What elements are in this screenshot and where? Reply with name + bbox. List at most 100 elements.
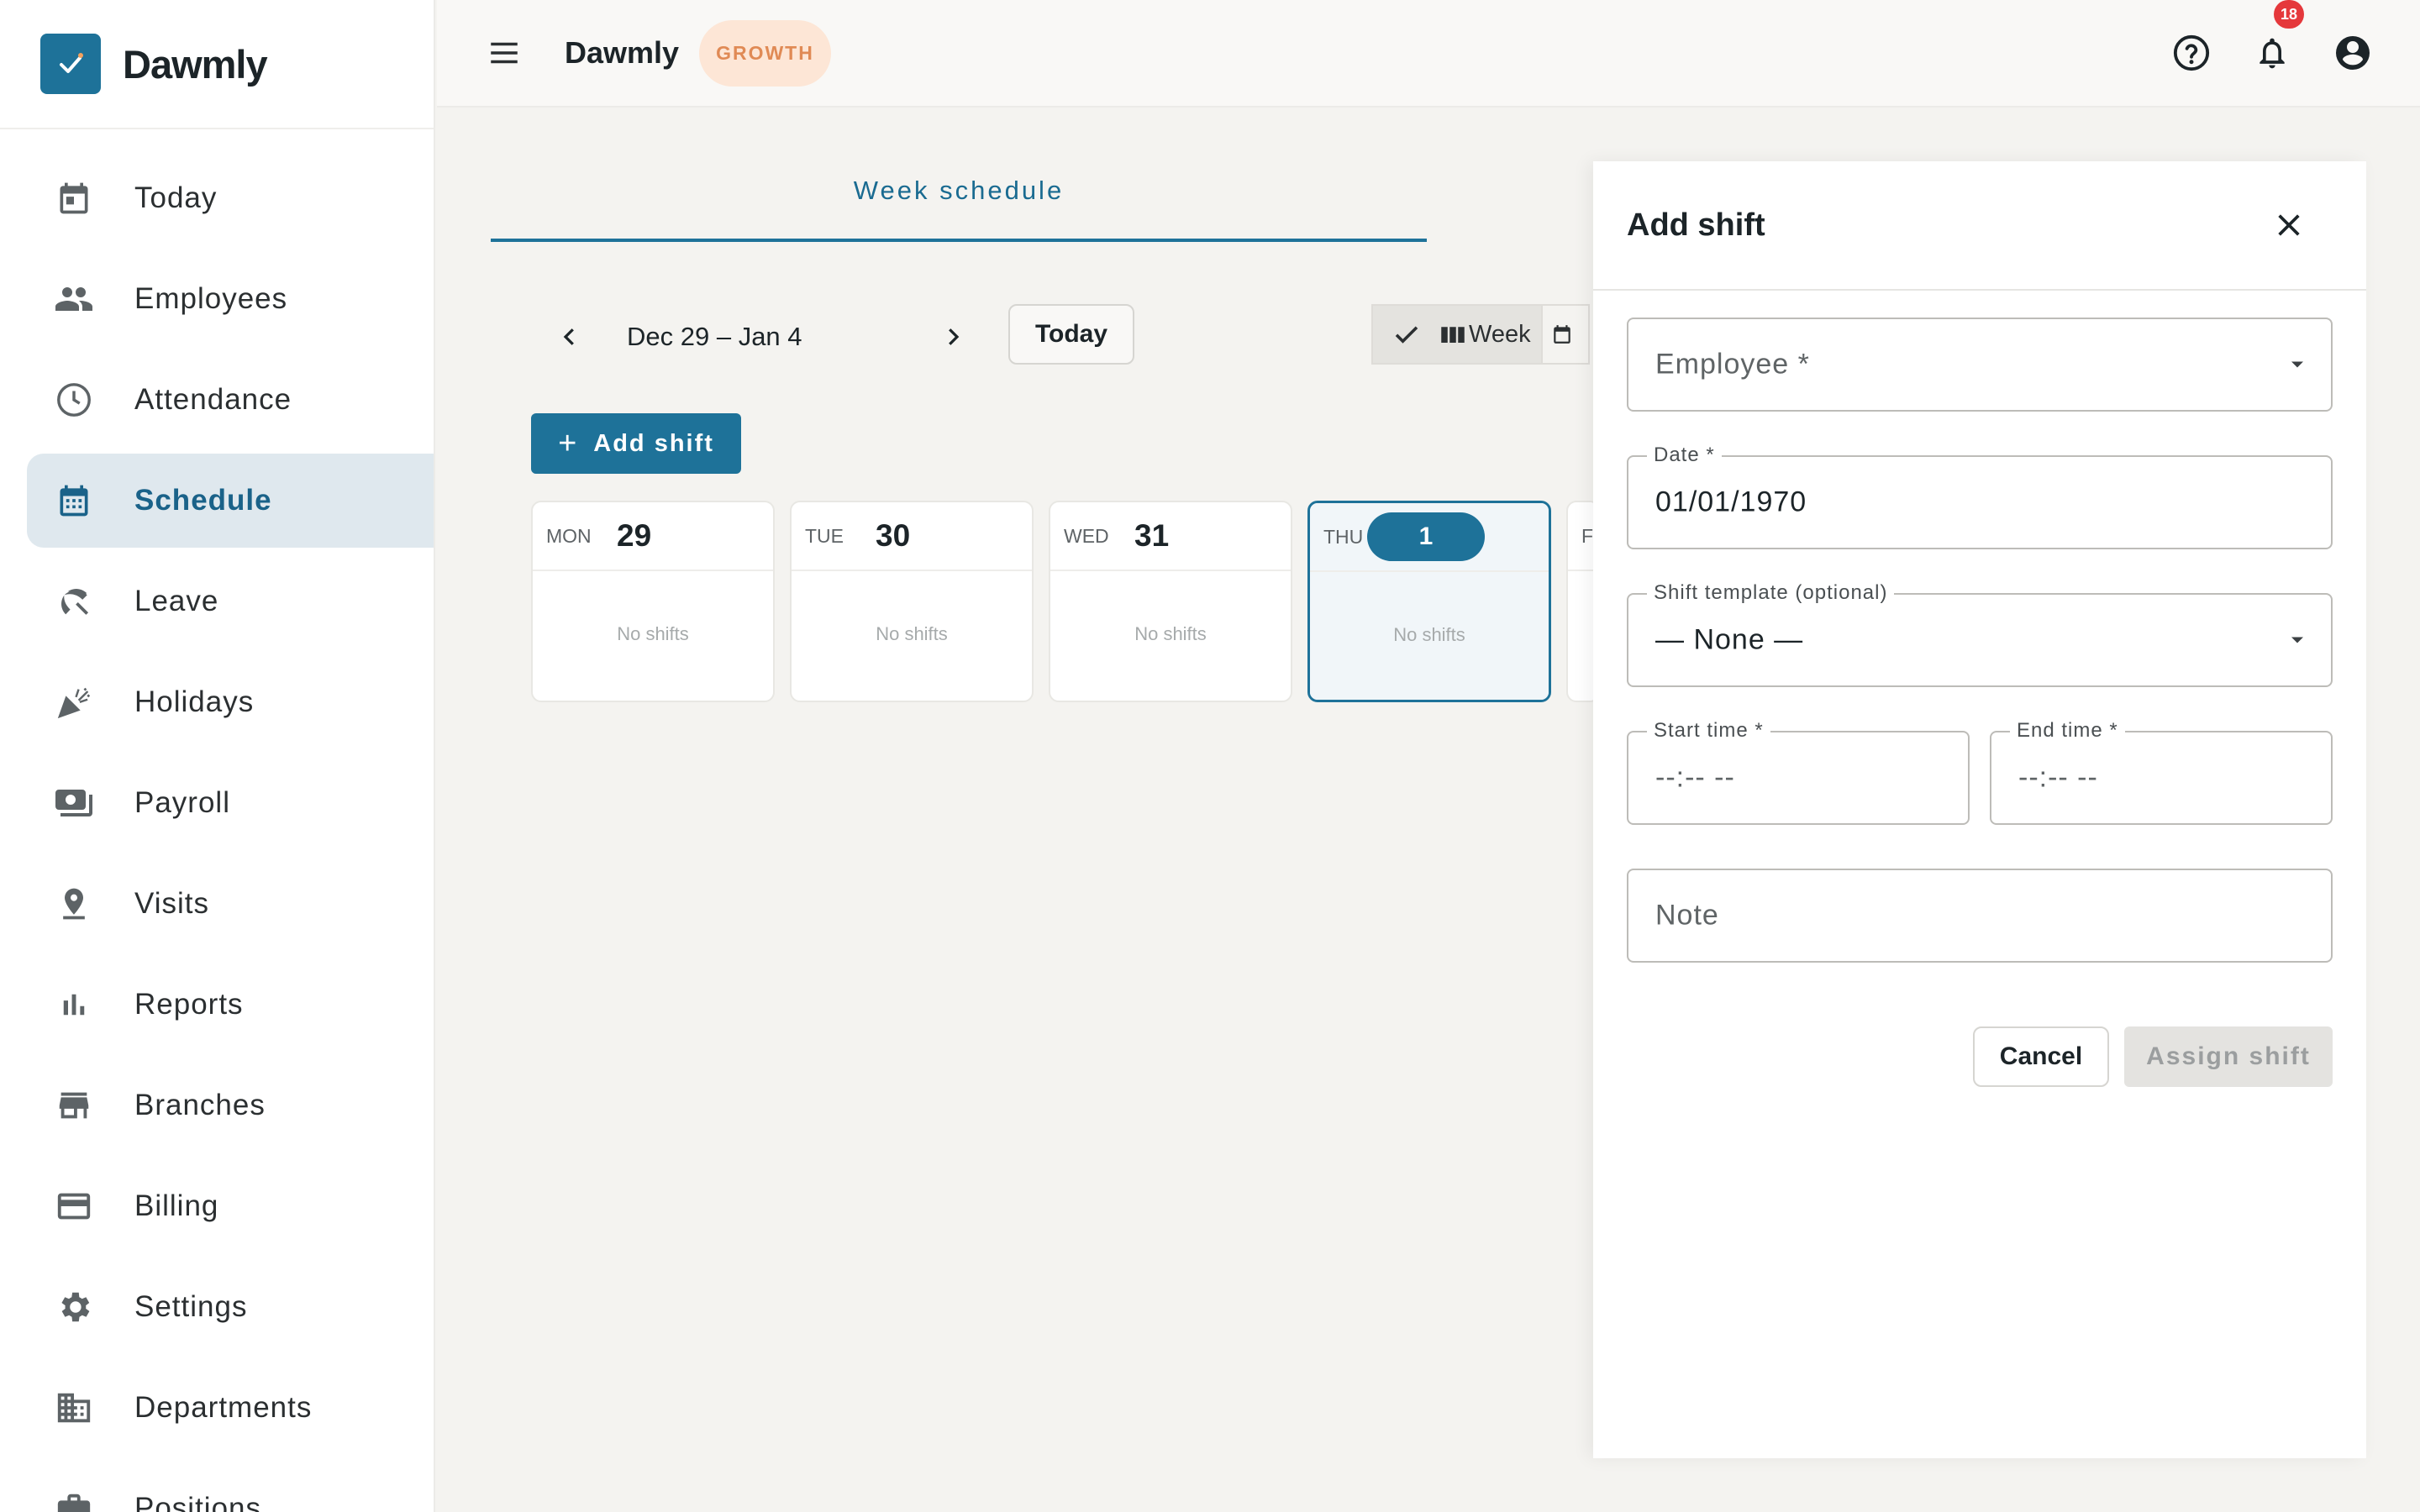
- bell-icon: [2260, 38, 2285, 69]
- sidebar-item-label: Payroll: [134, 786, 230, 819]
- drawer-header: Add shift: [1593, 161, 2366, 291]
- day-header: THU 1: [1310, 503, 1549, 572]
- drawer-title: Add shift: [1627, 207, 1765, 243]
- brand-name: Dawmly: [123, 41, 268, 87]
- clock-icon: [27, 381, 121, 419]
- day-header: WED 31: [1050, 502, 1291, 571]
- top-bar: Dawmly GROWTH 18: [437, 0, 2420, 108]
- assign-shift-button[interactable]: Assign shift: [2124, 1026, 2333, 1087]
- brand[interactable]: Dawmly: [0, 0, 434, 129]
- date-label: Date *: [1647, 444, 1722, 467]
- menu-button[interactable]: [479, 28, 529, 78]
- calendar-icon: [1553, 325, 1570, 344]
- day-number: 30: [876, 518, 911, 553]
- start-time-label: Start time *: [1647, 719, 1770, 743]
- view-toggle: Week: [1371, 304, 1590, 365]
- sidebar-item-label: Employees: [134, 282, 288, 315]
- tab-week-schedule[interactable]: Week schedule: [491, 168, 1427, 242]
- sidebar-item-billing[interactable]: Billing: [27, 1159, 434, 1253]
- next-week-button[interactable]: [921, 305, 985, 369]
- check-icon: [1395, 326, 1418, 344]
- employee-select[interactable]: Employee *: [1627, 318, 2333, 412]
- plus-icon: +: [558, 425, 579, 461]
- people-icon: [27, 279, 121, 319]
- sidebar-item-leave[interactable]: Leave: [27, 554, 434, 648]
- add-shift-button[interactable]: + Add shift: [531, 413, 741, 474]
- chevron-right-icon: [949, 328, 960, 345]
- day-of-week: TUE: [805, 524, 844, 547]
- caret-down-icon: [2291, 361, 2303, 368]
- note-placeholder: Note: [1655, 899, 1719, 932]
- add-shift-label: Add shift: [593, 429, 714, 457]
- bar-chart-icon: [27, 987, 121, 1022]
- tab-label: Week schedule: [853, 176, 1065, 205]
- beach-umbrella-icon: [27, 582, 121, 621]
- day-card-wed[interactable]: WED 31 No shifts: [1049, 501, 1292, 702]
- cancel-button[interactable]: Cancel: [1973, 1026, 2109, 1087]
- date-range-label: Dec 29 – Jan 4: [627, 322, 802, 351]
- end-time-label: End time *: [2010, 719, 2125, 743]
- day-number: 29: [617, 518, 652, 553]
- sidebar-item-label: Branches: [134, 1089, 266, 1121]
- end-time-field[interactable]: End time * --:-- --: [1990, 719, 2333, 825]
- money-icon: [27, 783, 121, 823]
- week-navigator: Dec 29 – Jan 4: [538, 302, 985, 371]
- sidebar-item-employees[interactable]: Employees: [27, 252, 434, 346]
- shift-template-select[interactable]: Shift template (optional) — None —: [1627, 581, 2333, 687]
- calendar-today-icon: [27, 180, 121, 217]
- sidebar-item-label: Today: [134, 181, 218, 214]
- sidebar-item-label: Positions: [134, 1492, 262, 1512]
- account-button[interactable]: [2328, 25, 2378, 81]
- week-view-button[interactable]: Week: [1371, 304, 1543, 365]
- top-actions: 18: [2166, 0, 2378, 81]
- start-time-field[interactable]: Start time * --:-- --: [1627, 719, 1970, 825]
- add-shift-drawer: Add shift Employee * Date * 01/01/1970 S…: [1593, 161, 2366, 1458]
- month-view-button[interactable]: [1542, 304, 1590, 365]
- day-card-thu[interactable]: THU 1 No shifts: [1307, 501, 1551, 702]
- sidebar-item-today[interactable]: Today: [27, 151, 434, 245]
- sidebar-item-label: Billing: [134, 1189, 219, 1222]
- week-view-label: Week: [1469, 320, 1531, 348]
- day-header: TUE 30: [792, 502, 1032, 571]
- close-drawer-button[interactable]: [2264, 200, 2314, 250]
- celebration-icon: [27, 683, 121, 722]
- sidebar-item-payroll[interactable]: Payroll: [27, 756, 434, 850]
- briefcase-icon: [27, 1489, 121, 1512]
- shift-template-label: Shift template (optional): [1647, 581, 1895, 605]
- location-pin-icon: [27, 885, 121, 922]
- account-circle-icon: [2336, 36, 2370, 70]
- drawer-actions: Cancel Assign shift: [1593, 1026, 2333, 1087]
- sidebar-item-settings[interactable]: Settings: [27, 1260, 434, 1354]
- sidebar-item-departments[interactable]: Departments: [27, 1361, 434, 1455]
- note-field[interactable]: Note: [1627, 869, 2333, 963]
- sidebar-item-label: Attendance: [134, 383, 292, 416]
- caret-down-icon: [2291, 637, 2303, 643]
- sidebar-item-holidays[interactable]: Holidays: [27, 655, 434, 749]
- notifications-button[interactable]: 18: [2247, 0, 2304, 81]
- sidebar-item-schedule[interactable]: Schedule: [27, 454, 434, 548]
- today-day-number: 1: [1367, 512, 1485, 561]
- chevron-left-icon: [563, 328, 574, 345]
- employee-placeholder: Employee *: [1655, 348, 1810, 381]
- start-time-value: --:-- --: [1655, 761, 1735, 794]
- day-card-mon[interactable]: MON 29 No shifts: [531, 501, 775, 702]
- day-card-tue[interactable]: TUE 30 No shifts: [790, 501, 1034, 702]
- app-name: Dawmly: [565, 35, 680, 70]
- today-button[interactable]: Today: [1008, 304, 1134, 365]
- credit-card-icon: [27, 1187, 121, 1226]
- sidebar-item-branches[interactable]: Branches: [27, 1058, 434, 1152]
- sidebar-item-label: Schedule: [134, 484, 272, 517]
- date-value: 01/01/1970: [1655, 486, 1807, 518]
- sidebar-item-visits[interactable]: Visits: [27, 857, 434, 951]
- sidebar-item-reports[interactable]: Reports: [27, 958, 434, 1052]
- building-icon: [27, 1389, 121, 1427]
- date-field[interactable]: Date * 01/01/1970: [1627, 444, 2333, 549]
- week-days: MON 29 No shifts TUE 30 No shifts WED 31…: [531, 501, 1600, 702]
- sidebar-item-attendance[interactable]: Attendance: [27, 353, 434, 447]
- help-button[interactable]: [2166, 25, 2217, 81]
- sidebar-item-positions[interactable]: Positions: [27, 1462, 434, 1512]
- previous-week-button[interactable]: [538, 305, 602, 369]
- store-icon: [27, 1086, 121, 1125]
- sidebar-item-label: Departments: [134, 1391, 313, 1424]
- view-week-icon: [1441, 327, 1465, 343]
